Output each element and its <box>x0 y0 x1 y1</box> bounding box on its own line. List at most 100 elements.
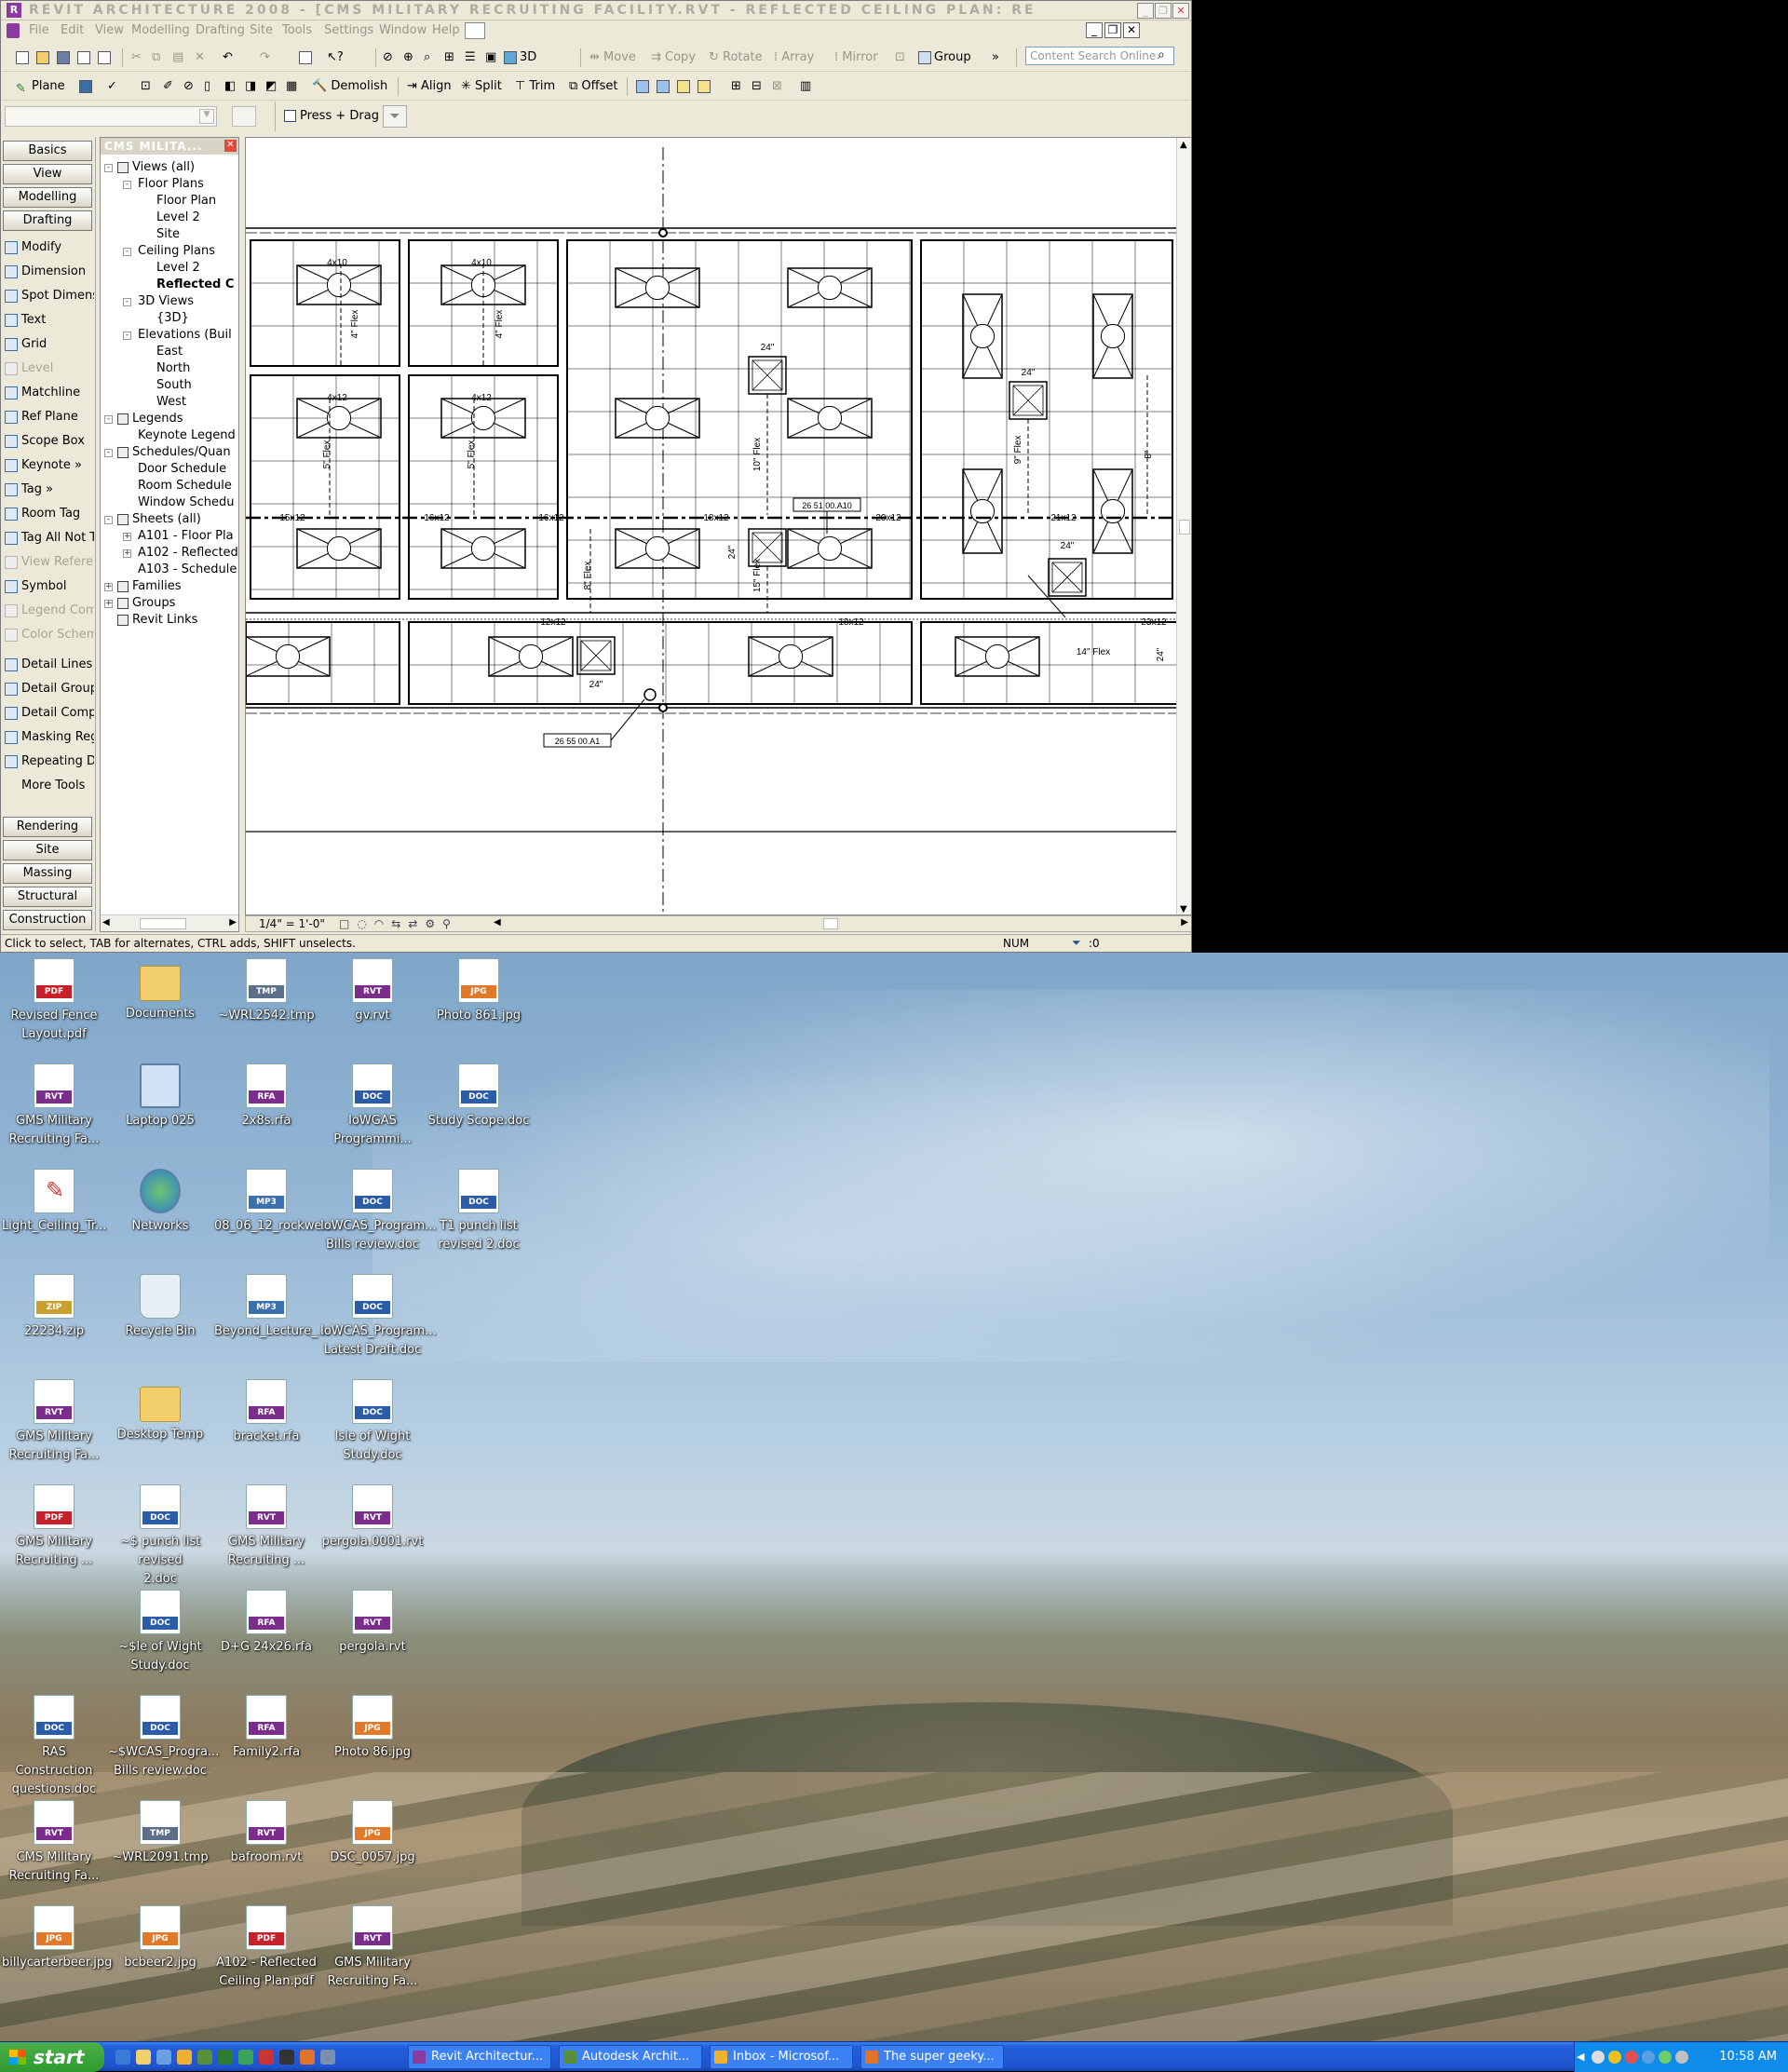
tray-icon-4[interactable] <box>1642 2051 1655 2064</box>
view-scale[interactable]: 1/4" = 1'-0" <box>259 917 325 930</box>
tool-grid[interactable]: Grid <box>5 334 94 355</box>
project-icon[interactable] <box>238 2050 253 2065</box>
tool-more-tools[interactable]: More Tools <box>5 776 94 796</box>
excel-icon[interactable] <box>218 2050 233 2065</box>
tray-icon-2[interactable] <box>1608 2051 1621 2064</box>
ie-icon[interactable] <box>115 2050 130 2065</box>
scroll-up-icon[interactable]: ▲ <box>1180 140 1187 150</box>
search-icon[interactable]: ⌕ <box>1158 47 1165 62</box>
tool-matchline[interactable]: Matchline <box>5 383 94 403</box>
tool-icon-11[interactable] <box>677 77 693 96</box>
expand-toggle-icon[interactable]: - <box>123 181 131 189</box>
tag-selection-icon[interactable] <box>299 48 315 67</box>
desktop-icon-iowcas-program-bills-review-doc[interactable]: DOC IoWCAS_Program... Bills review.doc <box>320 1169 437 1254</box>
sheet-icon[interactable] <box>465 22 485 39</box>
browser-node[interactable]: Window Schedu <box>138 495 235 510</box>
offset-button[interactable]: ⧉ Offset <box>569 77 617 96</box>
tool-icon-6[interactable]: ◨ <box>245 77 256 96</box>
drawing-area[interactable]: 4x10 4x10 4x12 4x12 4" Flex 4" Flex 5" Flex 5" … <box>245 137 1191 915</box>
task-inbox[interactable]: Inbox - Microsof... <box>710 2045 853 2069</box>
tool-icon-16[interactable]: ▥ <box>800 77 811 96</box>
trim-button[interactable]: ⊤ Trim <box>515 77 555 96</box>
filter-icon[interactable]: ⏷ <box>383 105 407 128</box>
close-window-icon[interactable]: ✕ <box>1172 3 1189 19</box>
work-plane-button[interactable]: ✎ Plane <box>16 77 65 96</box>
browser-node[interactable]: Door Schedule <box>138 462 226 477</box>
tool-icon-12[interactable] <box>698 77 713 96</box>
split-button[interactable]: ✳ Split <box>461 77 502 96</box>
elevation-icon[interactable]: ⊕ <box>403 48 413 67</box>
desktop-icon-t1-punch-list-revised-2-doc[interactable]: DOC T1 punch list revised 2.doc <box>427 1169 531 1254</box>
minimize-icon[interactable]: _ <box>1137 3 1154 19</box>
more-icon[interactable]: » <box>992 48 999 67</box>
help-icon[interactable]: ↖? <box>327 48 344 67</box>
browser-node[interactable]: Sheets (all) <box>132 512 201 527</box>
grid-toggle-icon[interactable] <box>79 77 95 96</box>
desktop-icon-wrl2542-tmp[interactable]: TMP ~WRL2542.tmp <box>214 958 318 1025</box>
desktop-icon-08-06-12-rockwe[interactable]: MP3 08_06_12_rockwe... <box>214 1169 333 1236</box>
browser-node[interactable]: Views (all) <box>132 160 195 175</box>
browser-node[interactable]: Level 2 <box>156 210 200 225</box>
group-button[interactable]: Group <box>918 48 971 67</box>
print-icon[interactable] <box>98 48 114 67</box>
expand-toggle-icon[interactable]: - <box>123 248 131 256</box>
browser-node[interactable]: Floor Plans <box>138 177 204 192</box>
tool-icon-14[interactable]: ⊟ <box>752 77 762 96</box>
menu-settings[interactable]: Settings <box>324 23 373 37</box>
task-revit[interactable]: Revit Architectur... <box>408 2045 551 2069</box>
menu-edit[interactable]: Edit <box>61 23 84 37</box>
browser-node[interactable]: Elevations (Buil <box>138 328 232 343</box>
press-drag-checkbox[interactable]: Press + Drag <box>284 109 379 123</box>
tab-basics[interactable]: Basics <box>3 141 92 161</box>
desktop-icon-gms-military-recruiting[interactable]: RVT GMS Military Recruiting ... <box>214 1484 318 1570</box>
expand-toggle-icon[interactable]: + <box>123 549 131 558</box>
scroll-thumb[interactable] <box>140 918 186 929</box>
tool-icon-9[interactable] <box>636 77 652 96</box>
scroll-right-icon[interactable]: ▶ <box>229 917 237 928</box>
tool-spot-dimensi[interactable]: Spot Dimensi <box>5 286 94 306</box>
desktop-icon-dsc-0057-jpg[interactable]: JPG DSC_0057.jpg <box>320 1800 425 1867</box>
array-button[interactable]: ⁞ Array <box>774 48 814 67</box>
browser-node[interactable]: Revit Links <box>132 613 197 628</box>
filter-icon[interactable]: ⏷ <box>1072 936 1081 950</box>
autocad-icon[interactable] <box>197 2050 212 2065</box>
tool-icon-10[interactable] <box>657 77 672 96</box>
desktop-icon-networks[interactable]: Networks <box>108 1169 212 1236</box>
visibility-icon[interactable]: ▣ <box>485 48 496 67</box>
desktop-icon-revised-fence-layout-pdf[interactable]: PDF Revised Fence Layout.pdf <box>2 958 106 1044</box>
explorer-icon[interactable] <box>136 2050 151 2065</box>
desktop-icon-cms-military-recruiting-fa[interactable]: RVT CMS Military Recruiting Fa... <box>2 1800 106 1886</box>
tool-icon-1[interactable]: ⊡ <box>141 77 151 96</box>
menu-help[interactable]: Help <box>432 23 460 37</box>
desktop-icon-iowcas-program-latest-draft-doc[interactable]: DOC IoWCAS_Program... Latest Draft.doc <box>320 1274 437 1360</box>
desktop-icon-isle-of-wight-study-doc[interactable]: DOC Isle of Wight Study.doc <box>320 1379 425 1465</box>
content-search-input[interactable]: Content Search Online <box>1025 47 1174 65</box>
firefox-icon[interactable] <box>300 2050 315 2065</box>
desktop-icon-billycarterbeer-jpg[interactable]: JPG billycarterbeer.jpg <box>2 1905 112 1972</box>
outlook-icon[interactable] <box>177 2050 192 2065</box>
desktop-icon-punch-list-revised-2-doc[interactable]: DOC ~$ punch list revised 2.doc <box>108 1484 212 1589</box>
tool-color-schem[interactable]: Color Schem <box>5 625 94 645</box>
element-properties-icon[interactable] <box>232 106 256 127</box>
redo-icon[interactable]: ↷ <box>260 48 270 67</box>
tab-modelling[interactable]: Modelling <box>3 187 92 208</box>
tab-rendering[interactable]: Rendering <box>3 817 92 837</box>
browser-node[interactable]: East <box>156 345 183 359</box>
acrobat-icon[interactable] <box>259 2050 274 2065</box>
desktop-icon-desktop-temp[interactable]: Desktop Temp <box>108 1379 212 1444</box>
tool-tag[interactable]: Tag » <box>5 480 94 500</box>
menu-site[interactable]: Site <box>250 23 273 37</box>
expand-toggle-icon[interactable]: - <box>104 449 113 457</box>
desktop-icon-gms-military-recruiting-fa[interactable]: RVT GMS Military Recruiting Fa... <box>320 1905 425 1991</box>
resize-icon[interactable]: ⊡ <box>895 48 905 67</box>
browser-node[interactable]: Schedules/Quan <box>132 445 231 460</box>
new-icon[interactable] <box>16 48 32 67</box>
tool-icon-15[interactable]: ⊠ <box>772 77 782 96</box>
scroll-left-icon[interactable]: ◀ <box>102 917 110 928</box>
browser-node[interactable]: Legends <box>132 412 183 427</box>
tool-icon-4[interactable]: ▯ <box>204 77 210 96</box>
thin-lines-icon[interactable]: ☰ <box>465 48 476 67</box>
desktop-icon-family2-rfa[interactable]: RFA Family2.rfa <box>214 1695 318 1762</box>
desktop-icon-study-scope-doc[interactable]: DOC Study Scope.doc <box>427 1063 531 1131</box>
tool-legend-com[interactable]: Legend Com <box>5 601 94 621</box>
